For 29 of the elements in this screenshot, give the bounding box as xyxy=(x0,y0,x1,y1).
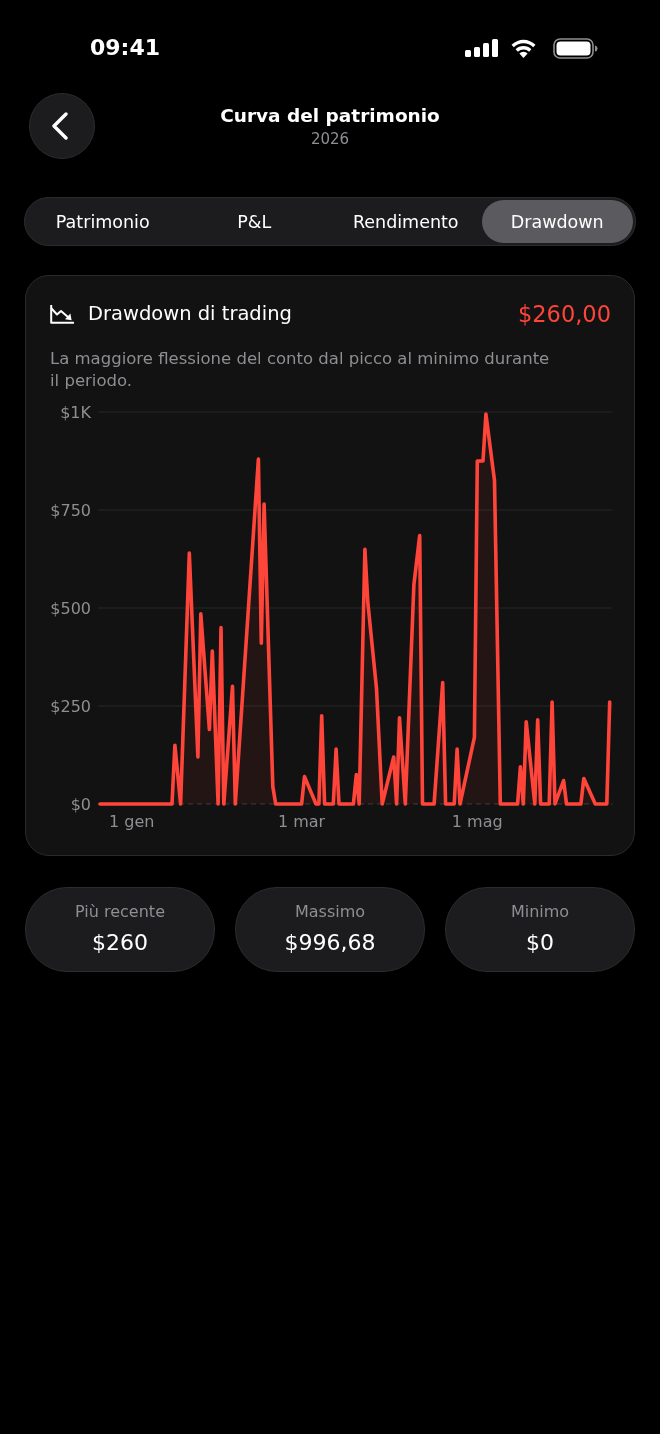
tab[interactable]: P&L xyxy=(178,200,330,243)
y-axis-label: $1K xyxy=(60,402,91,422)
status-time: 09:41 xyxy=(90,34,161,62)
y-axis-label: $0 xyxy=(70,794,91,814)
stat-label: Più recente xyxy=(75,902,165,922)
chevron-left-icon xyxy=(52,112,68,140)
tab[interactable]: Rendimento xyxy=(330,200,482,243)
y-axis-label: $750 xyxy=(50,500,91,520)
drawdown-value: $260,00 xyxy=(517,302,611,326)
page-subtitle: 2026 xyxy=(310,129,350,149)
x-axis-label: 1 gen xyxy=(108,811,155,831)
stat-value: $260 xyxy=(92,929,148,957)
card-description: La maggiore flessione del conto dal picco al minimo durante il periodo. xyxy=(50,348,551,392)
battery-icon xyxy=(553,37,598,59)
tab[interactable]: Patrimonio xyxy=(27,200,179,243)
stat-value: $0 xyxy=(526,929,554,957)
x-axis-label: 1 mag xyxy=(451,811,503,831)
y-axis-label: $500 xyxy=(50,598,91,618)
stat-value: $996,68 xyxy=(284,929,376,957)
tab[interactable]: Drawdown xyxy=(481,200,633,243)
card-title: Drawdown di trading xyxy=(88,302,293,326)
x-axis-label: 1 mar xyxy=(277,811,326,831)
wifi-icon xyxy=(510,38,537,58)
stat-label: Massimo xyxy=(294,902,366,922)
y-axis-label: $250 xyxy=(50,696,91,716)
chart-down-icon xyxy=(50,304,74,324)
stat-label: Minimo xyxy=(510,902,570,922)
signal-icon xyxy=(465,39,499,57)
page-title: Curva del patrimonio xyxy=(220,104,440,128)
